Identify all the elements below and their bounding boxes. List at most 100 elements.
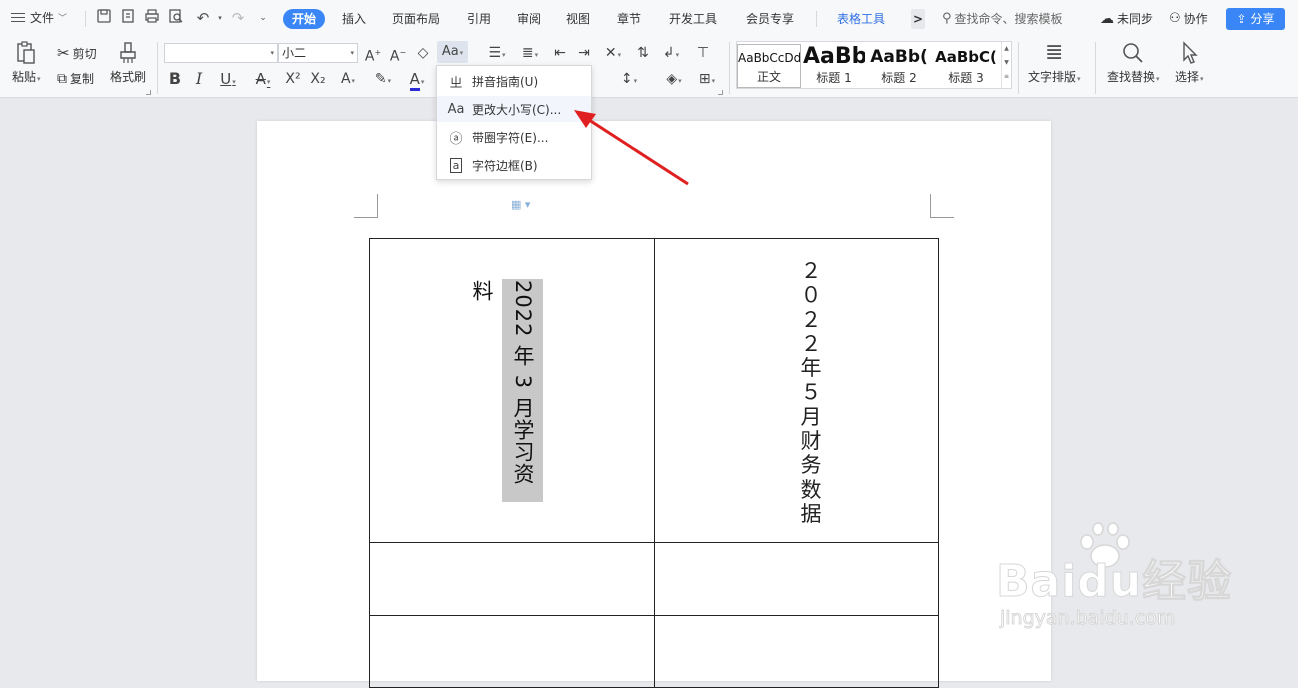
tab-view[interactable]: 视图 (566, 9, 590, 29)
share-icon: ⇪ (1236, 12, 1247, 26)
tab-member[interactable]: 会员专享 (746, 9, 794, 29)
highlight-icon[interactable]: ✎▾ (368, 68, 398, 90)
increase-indent-icon[interactable]: ⇥ (573, 42, 595, 64)
text-layout-label: 文字排版 (1028, 70, 1077, 84)
tab-page-layout[interactable]: 页面布局 (392, 9, 440, 29)
format-painter-button[interactable]: 格式刷 (110, 40, 146, 85)
style-heading-3[interactable]: AaBbC( 标题 3 (933, 44, 999, 88)
watermark-url: jingyan.baidu.com (1000, 607, 1176, 630)
style-sample: AaBbCcDd (738, 51, 801, 65)
grow-font-icon[interactable]: A+ (362, 42, 384, 65)
styles-scroll[interactable]: ▲ ▼ ≡ (1001, 42, 1011, 88)
copy-button[interactable]: ⧉ 复制 (57, 70, 94, 87)
paste-label: 粘贴 (12, 70, 37, 84)
menu-bar: 文件 ﹀ ↶ ▾ ↷ ⌄ 开始 插入 页面布局 引用 审阅 视图 章节 开发工具… (0, 0, 1298, 38)
print-preview-icon[interactable] (166, 8, 186, 28)
borders-icon[interactable]: ⊞▾ (692, 68, 722, 90)
clear-format-icon[interactable]: ◇ (412, 42, 434, 64)
chevron-down-icon[interactable]: ▼ (1002, 56, 1011, 70)
cell-left-text-selected[interactable]: 2022 年 3 月学习资料 (470, 279, 543, 502)
file-menu-label: 文件 (30, 11, 55, 25)
bold-icon[interactable]: B (164, 68, 186, 90)
crop-mark (354, 194, 378, 218)
font-color-icon[interactable]: A▾ (402, 68, 432, 91)
save-icon[interactable] (94, 8, 114, 28)
tab-insert[interactable]: 插入 (342, 9, 366, 29)
customize-toolbar-icon[interactable]: ⌄ (253, 8, 273, 28)
char-border-icon: a (444, 157, 468, 173)
chinese-layout-icon[interactable]: ✕▾ (598, 42, 628, 64)
chevron-up-icon[interactable]: ▲ (1002, 42, 1011, 56)
paragraph-dialog-launcher[interactable] (718, 90, 723, 95)
decrease-indent-icon[interactable]: ⇤ (549, 42, 571, 64)
paste-button[interactable]: 粘贴▾ (12, 40, 41, 85)
find-replace-button[interactable]: 查找替换▾ (1107, 40, 1160, 85)
style-normal[interactable]: AaBbCcDd 正文 (737, 44, 801, 88)
style-heading-1[interactable]: AaBb 标题 1 (803, 44, 865, 88)
redo-icon[interactable]: ↷ (228, 8, 248, 28)
shrink-font-icon[interactable]: A− (387, 42, 409, 65)
table[interactable]: 2022 年 3 月学习资料 ２０２２年５月财务数据 (369, 238, 939, 688)
style-label: 标题 3 (948, 71, 984, 85)
sort-icon[interactable]: ⇅ (632, 42, 654, 64)
file-menu[interactable]: 文件 ﹀ (10, 9, 67, 26)
numbering-icon[interactable]: ≣▾ (515, 42, 545, 64)
style-label: 标题 1 (816, 71, 852, 85)
style-heading-2[interactable]: AaBb( 标题 2 (867, 44, 931, 88)
expand-icon[interactable]: ≡ (1002, 70, 1011, 84)
separator (157, 42, 158, 94)
command-search[interactable]: ⚲ 查找命令、搜索模板 (942, 9, 1063, 29)
change-case-button[interactable]: Aa▾ (437, 41, 468, 63)
shading-icon[interactable]: ◈▾ (659, 68, 689, 90)
italic-icon[interactable]: I (188, 68, 210, 90)
menu-item-label: 拼音指南(U) (472, 74, 539, 89)
separator (1018, 42, 1019, 94)
sync-status[interactable]: ☁ 未同步 (1100, 9, 1153, 29)
table-move-handle-icon[interactable]: ▦ ▾ (511, 198, 530, 211)
menu-item-pinyin-guide[interactable]: ㄓ 拼音指南(U) (437, 68, 591, 94)
annotation-arrow (574, 110, 689, 186)
styles-gallery: AaBbCcDd 正文 AaBb 标题 1 AaBb( 标题 2 AaBbC( … (736, 41, 1012, 89)
clipboard-dialog-launcher[interactable] (146, 90, 151, 95)
font-name-combo[interactable]: ▾ (164, 43, 278, 63)
menu-item-label: 带圈字符(E)... (472, 130, 549, 145)
magnifier-icon (1121, 40, 1145, 68)
tab-section[interactable]: 章节 (617, 9, 641, 29)
underline-icon[interactable]: U▾ (213, 68, 243, 90)
show-marks-icon[interactable]: ↲▾ (656, 42, 686, 64)
subscript-icon[interactable]: X₂ (307, 68, 329, 90)
cut-button[interactable]: ✂ 剪切 (57, 44, 97, 62)
document-page[interactable]: ▦ ▾ 2022 年 3 月学习资料 ２０２２年５月财务数据 (257, 121, 1051, 688)
select-button[interactable]: 选择▾ (1175, 40, 1204, 85)
tab-developer[interactable]: 开发工具 (669, 9, 717, 29)
line-spacing-icon[interactable]: ↕▾ (614, 68, 644, 90)
separator (85, 11, 86, 27)
collaborate-label: 协作 (1183, 12, 1208, 26)
undo-dropdown-icon[interactable]: ▾ (210, 8, 230, 28)
font-size-combo[interactable]: 小二 ▾ (278, 43, 358, 63)
share-label: 分享 (1250, 12, 1275, 26)
share-button[interactable]: ⇪ 分享 (1226, 8, 1285, 30)
cursor-icon (1179, 40, 1199, 68)
text-layout-icon: ≣ (1045, 40, 1064, 65)
cell-right-text[interactable]: ２０２２年５月财务数据 (796, 259, 826, 526)
enclosed-char-icon: ⓐ (449, 131, 463, 147)
tab-review[interactable]: 审阅 (517, 9, 541, 29)
style-sample: AaBbC( (935, 48, 997, 66)
text-layout-button[interactable]: ≣ 文字排版▾ (1028, 40, 1081, 85)
text-effect-icon[interactable]: A▾ (333, 68, 363, 90)
bullets-icon[interactable]: ☰▾ (482, 42, 512, 64)
export-pdf-icon[interactable] (118, 8, 138, 28)
tab-stops-icon[interactable]: ⊤ (692, 42, 714, 64)
tab-table-tools[interactable]: 表格工具 (837, 9, 885, 29)
hamburger-icon (10, 12, 26, 24)
print-icon[interactable] (142, 8, 162, 28)
collaborate-button[interactable]: ⚇ 协作 (1169, 9, 1208, 29)
sync-status-label: 未同步 (1117, 12, 1154, 26)
tab-references[interactable]: 引用 (467, 9, 491, 29)
superscript-icon[interactable]: X² (282, 68, 304, 90)
more-tabs-button[interactable]: > (911, 9, 925, 29)
tab-home[interactable]: 开始 (283, 9, 326, 29)
strikethrough-icon[interactable]: A▾ (248, 68, 278, 90)
menu-item-label: 更改大小写(C)... (472, 102, 562, 117)
